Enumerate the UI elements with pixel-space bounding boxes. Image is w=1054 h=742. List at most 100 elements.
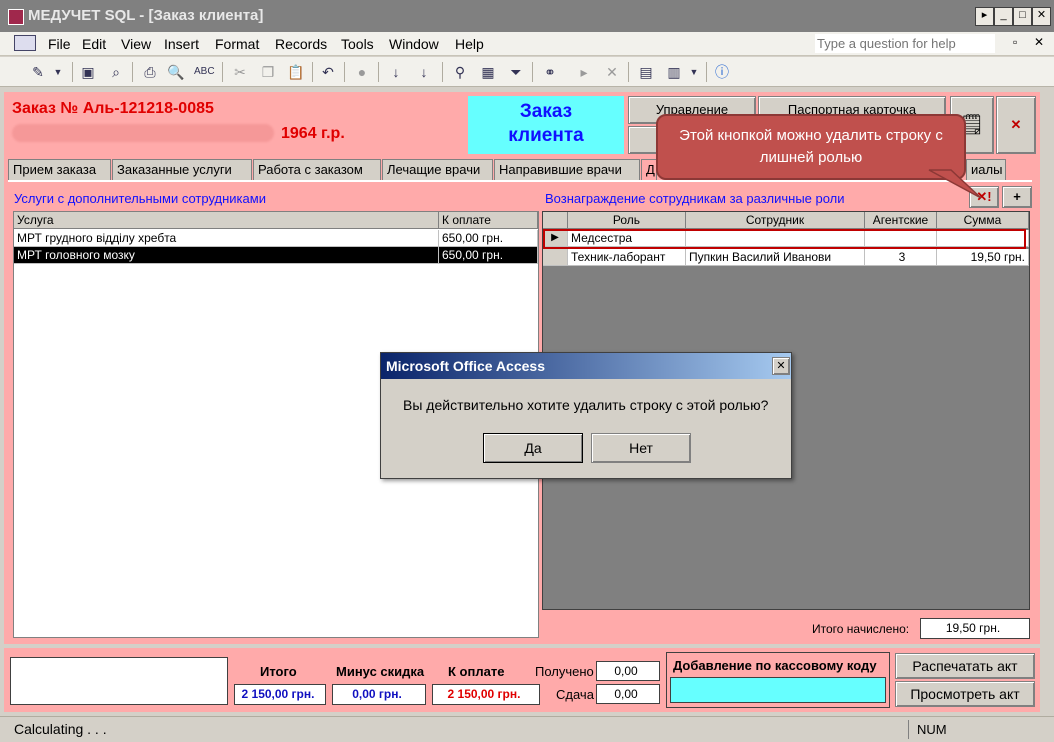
toolbar: ✎ ▼ ▣ ⌕ ⎙ 🔍 ABC ✂ ❐ 📋 ↶ ● ↓ ↓ ⚲ ▦ ⏷ ⚭ ▸ …	[0, 57, 1054, 142]
maximize-button[interactable]: □	[1013, 7, 1032, 26]
change-value: 0,00	[596, 684, 660, 704]
to-pay-value: 2 150,00 грн.	[432, 684, 540, 705]
filter-icon[interactable]: ⏷	[506, 62, 526, 82]
service-cell[interactable]: МРТ грудного відділу хребта	[14, 230, 439, 247]
new-record-icon[interactable]: ▸	[574, 62, 594, 82]
copy-icon[interactable]: ❐	[258, 62, 278, 82]
print-icon[interactable]: ⎙	[140, 62, 160, 82]
total-value: 2 150,00 грн.	[234, 684, 326, 705]
add-role-row-button[interactable]: +	[1002, 186, 1032, 208]
form-icon[interactable]	[14, 35, 36, 51]
to-pay-label: К оплате	[448, 664, 505, 679]
num-lock-indicator: NUM	[908, 720, 978, 739]
cut-icon[interactable]: ✂	[230, 62, 250, 82]
status-text: Calculating . . .	[14, 721, 107, 737]
birth-year: 1964 г.р.	[281, 125, 345, 142]
close-icon[interactable]: ✕	[772, 357, 790, 375]
tab-order-intake[interactable]: Прием заказа	[8, 159, 111, 180]
employee-cell[interactable]: Пупкин Василий Иванови	[686, 249, 865, 266]
total-label: Итого	[260, 664, 297, 679]
yes-button[interactable]: Да	[483, 433, 583, 463]
chevron-down-icon[interactable]: ▼	[52, 62, 64, 82]
column-header-employee[interactable]: Сотрудник	[686, 212, 865, 229]
app-icon	[8, 9, 24, 25]
role-cell[interactable]: Техник-лаборант	[568, 249, 686, 266]
tab-additional-staff[interactable]: Д	[641, 159, 657, 180]
column-header-sum[interactable]: Сумма	[937, 212, 1029, 229]
discount-value: 0,00 грн.	[332, 684, 426, 705]
print-act-button[interactable]: Распечатать акт	[895, 653, 1035, 679]
menu-window[interactable]: Window	[389, 36, 439, 52]
client-name-redacted	[12, 124, 274, 142]
print-preview-icon[interactable]: 🔍	[166, 62, 186, 82]
received-input[interactable]: 0,00	[596, 661, 660, 681]
filter-by-form-icon[interactable]: ▦	[478, 62, 498, 82]
callout-tooltip: Этой кнопкой можно удалить строку с лишн…	[656, 114, 966, 180]
confirm-dialog: Microsoft Office Access ✕ Вы действитель…	[380, 352, 792, 479]
cash-code-label: Добавление по кассовому коду	[673, 658, 877, 673]
help-question-input[interactable]	[815, 34, 995, 53]
restore-arrow-icon[interactable]: ▸	[975, 7, 994, 26]
amount-cell[interactable]: 650,00 грн.	[439, 247, 538, 264]
no-button[interactable]: Нет	[591, 433, 691, 463]
help-icon[interactable]: ⓘ	[712, 62, 732, 82]
amount-cell[interactable]: 650,00 грн.	[439, 230, 538, 247]
menu-view[interactable]: View	[121, 36, 151, 52]
sum-cell[interactable]: 19,50 грн.	[937, 249, 1029, 266]
undo-icon[interactable]: ↶	[318, 62, 338, 82]
highlight-frame	[543, 229, 1026, 249]
find-icon[interactable]: ⚭	[540, 62, 560, 82]
sort-descending-icon[interactable]: ↓	[414, 62, 434, 82]
services-section-title: Услуги с дополнительными сотрудниками	[14, 191, 266, 206]
row-selector[interactable]	[543, 249, 568, 266]
database-window-icon[interactable]: ▤	[636, 62, 656, 82]
discount-label: Минус скидка	[336, 664, 425, 679]
service-cell[interactable]: МРТ головного мозку	[14, 247, 439, 264]
tab-attending-doctors[interactable]: Лечащие врачи	[382, 159, 493, 180]
file-search-icon[interactable]: ⌕	[106, 62, 126, 82]
callout-pointer	[928, 169, 982, 199]
dialog-title: Microsoft Office Access	[381, 353, 791, 379]
column-header-service[interactable]: Услуга	[14, 212, 439, 229]
new-object-icon[interactable]: ▥	[664, 62, 684, 82]
cash-code-input[interactable]	[670, 677, 886, 703]
mdi-restore-icon[interactable]: ▫	[1013, 35, 1017, 49]
view-act-button[interactable]: Просмотреть акт	[895, 681, 1035, 707]
sort-ascending-icon[interactable]: ↓	[386, 62, 406, 82]
order-number: Заказ № Аль-121218-0085	[12, 100, 214, 117]
insert-hyperlink-icon[interactable]: ●	[352, 62, 372, 82]
dialog-message: Вы действительно хотите удалить строку с…	[403, 397, 769, 413]
window-title: МЕДУЧЕТ SQL - [Заказ клиента]	[28, 7, 264, 24]
form-title-line2: клиента	[508, 125, 584, 146]
total-accrued-value: 19,50 грн.	[920, 618, 1030, 639]
delete-record-icon[interactable]: ✕	[602, 62, 622, 82]
mdi-close-icon[interactable]: ✕	[1034, 35, 1044, 49]
column-header-agency[interactable]: Агентские	[865, 212, 937, 229]
paste-icon[interactable]: 📋	[286, 62, 306, 82]
menu-insert[interactable]: Insert	[164, 36, 199, 52]
received-label: Получено	[535, 664, 594, 679]
row-selector-header	[543, 212, 568, 229]
notes-box[interactable]	[10, 657, 228, 705]
chevron-down-icon[interactable]: ▼	[688, 62, 700, 82]
save-icon[interactable]: ▣	[78, 62, 98, 82]
column-header-amount[interactable]: К оплате	[439, 212, 538, 229]
menu-file[interactable]: File	[48, 36, 71, 52]
tab-order-work[interactable]: Работа с заказом	[253, 159, 381, 180]
agency-cell[interactable]: 3	[865, 249, 937, 266]
menu-edit[interactable]: Edit	[82, 36, 106, 52]
close-form-icon[interactable]: ✕	[996, 96, 1036, 154]
menu-format[interactable]: Format	[215, 36, 259, 52]
tab-referring-doctors[interactable]: Направившие врачи	[494, 159, 640, 180]
design-view-icon[interactable]: ✎	[28, 62, 48, 82]
spelling-icon[interactable]: ABC	[194, 62, 215, 82]
menu-records[interactable]: Records	[275, 36, 327, 52]
close-button[interactable]: ✕	[1032, 7, 1051, 26]
filter-by-selection-icon[interactable]: ⚲	[450, 62, 470, 82]
menu-tools[interactable]: Tools	[341, 36, 374, 52]
tab-ordered-services[interactable]: Заказанные услуги	[112, 159, 252, 180]
minimize-button[interactable]: _	[994, 7, 1013, 26]
rewards-section-title: Вознаграждение сотрудникам за различные …	[545, 191, 845, 206]
column-header-role[interactable]: Роль	[568, 212, 686, 229]
menu-help[interactable]: Help	[455, 36, 484, 52]
